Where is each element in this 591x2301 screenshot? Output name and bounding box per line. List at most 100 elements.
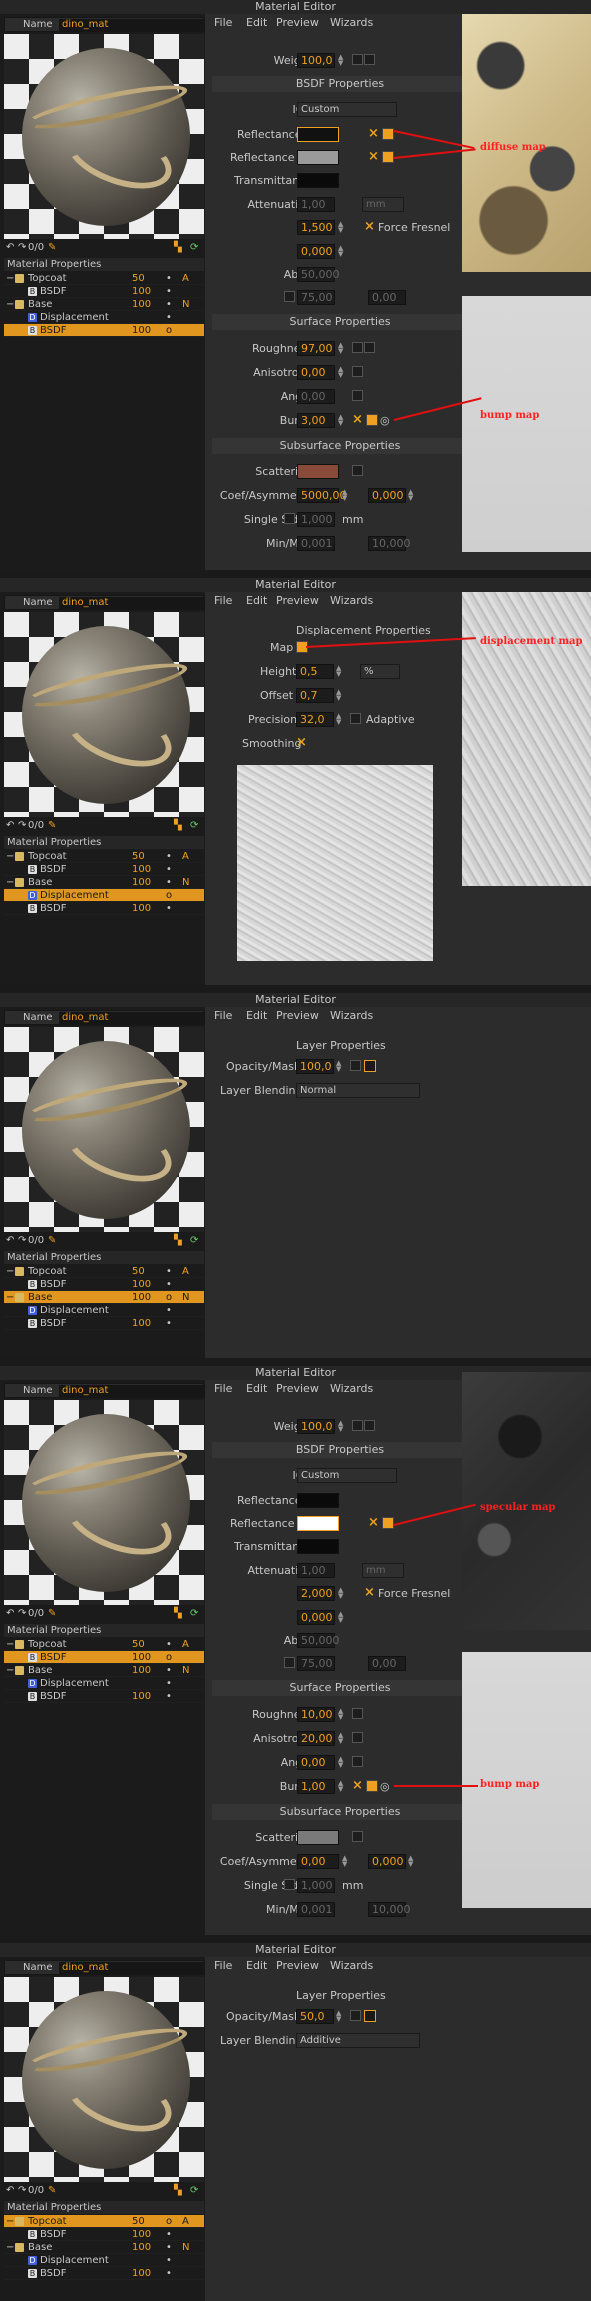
menu-preview[interactable]: Preview: [276, 1959, 319, 1972]
anisotropy-map-slot[interactable]: [352, 366, 363, 377]
tree-row-base-selected[interactable]: − Base 100 o N: [4, 1291, 204, 1304]
collapse-icon[interactable]: −: [6, 1664, 14, 1677]
layer-mode[interactable]: A: [182, 1638, 189, 1651]
asymmetry-spinner[interactable]: ▲ ▼: [408, 1855, 415, 1868]
menu-file[interactable]: File: [214, 1009, 232, 1022]
layer-weight[interactable]: 50: [132, 850, 145, 863]
ior-dropdown[interactable]: Custom: [297, 102, 397, 117]
undo-icon[interactable]: ↶: [6, 820, 14, 831]
redo-icon[interactable]: ↷: [18, 1608, 26, 1619]
collapse-icon[interactable]: −: [6, 2241, 14, 2254]
bump-normal-icon[interactable]: ◎: [380, 1780, 390, 1793]
roughness-map-slot[interactable]: [352, 342, 363, 353]
menu-preview[interactable]: Preview: [276, 594, 319, 607]
layer-weight[interactable]: 100: [132, 1317, 151, 1330]
weight-spinner[interactable]: ▲ ▼: [338, 54, 345, 67]
roughness-spinner[interactable]: ▲ ▼: [338, 1708, 345, 1721]
weight-input[interactable]: 100,0: [297, 1419, 335, 1434]
menu-edit[interactable]: Edit: [246, 1009, 267, 1022]
max-input[interactable]: 10,000: [368, 1902, 411, 1917]
layer-mode[interactable]: N: [182, 1664, 189, 1677]
scattering-map-slot[interactable]: [352, 465, 363, 476]
checker-icon[interactable]: ▚: [174, 2185, 182, 2196]
abbe-input[interactable]: 50,000: [297, 267, 340, 282]
reflectance0-swatch[interactable]: [297, 127, 339, 142]
weight-spinner[interactable]: ▲ ▼: [338, 1420, 345, 1433]
redo-icon[interactable]: ↷: [18, 242, 26, 253]
layer-weight[interactable]: 50: [132, 1265, 145, 1278]
offset-spinner[interactable]: ▲ ▼: [336, 689, 343, 702]
refresh-icon[interactable]: ⟳: [190, 1235, 198, 1246]
menu-wizards[interactable]: Wizards: [330, 1009, 373, 1022]
specular-map-button[interactable]: [382, 1517, 394, 1529]
clear-map-icon[interactable]: ×: [352, 412, 363, 427]
undo-icon[interactable]: ↶: [6, 1235, 14, 1246]
refresh-icon[interactable]: ⟳: [190, 2185, 198, 2196]
r2-input[interactable]: 75,00: [297, 1656, 335, 1671]
tree-row-bsdf[interactable]: B BSDF 100 •: [4, 863, 204, 876]
tree-row-topcoat[interactable]: − Topcoat 50 • A: [4, 1265, 204, 1278]
single-sided-check[interactable]: [284, 1879, 295, 1890]
layer-blending-dropdown[interactable]: Normal: [296, 1083, 420, 1098]
clear-map-icon[interactable]: ×: [368, 1515, 379, 1530]
layer-weight[interactable]: 100: [132, 863, 151, 876]
asymmetry-input[interactable]: 0,000: [368, 488, 406, 503]
redo-icon[interactable]: ↷: [18, 820, 26, 831]
tree-row-topcoat-selected[interactable]: − Topcoat 50 o A: [4, 2215, 204, 2228]
precision-spinner[interactable]: ▲ ▼: [336, 713, 343, 726]
diffuse-map-button[interactable]: [382, 128, 394, 140]
checker-icon[interactable]: ▚: [174, 820, 182, 831]
layer-mode[interactable]: N: [182, 876, 189, 889]
coef-spinner[interactable]: ▲ ▼: [342, 1855, 349, 1868]
collapse-icon[interactable]: −: [6, 272, 14, 285]
render-icon[interactable]: ✎: [48, 1235, 56, 1246]
undo-icon[interactable]: ↶: [6, 1608, 14, 1619]
layer-weight[interactable]: 100: [132, 1664, 151, 1677]
single-sided-input[interactable]: 1,000: [297, 512, 335, 527]
tree-row-topcoat[interactable]: − Topcoat 50 • A: [4, 272, 204, 285]
roughness-spinner[interactable]: ▲ ▼: [338, 342, 345, 355]
layer-blending-dropdown[interactable]: Additive: [296, 2033, 420, 2048]
reflectance90-swatch[interactable]: [297, 150, 339, 165]
weight-map-slot-2[interactable]: [364, 54, 375, 65]
min-input[interactable]: 0,001: [297, 1902, 335, 1917]
layer-mode[interactable]: A: [182, 272, 189, 285]
refresh-icon[interactable]: ⟳: [190, 242, 198, 253]
reflectance0-swatch[interactable]: [297, 1493, 339, 1508]
bump-spinner[interactable]: ▲ ▼: [338, 414, 345, 427]
attenuation-input[interactable]: 1,00: [297, 197, 335, 212]
material-name-field[interactable]: dino_mat: [59, 1962, 205, 1975]
menu-file[interactable]: File: [214, 594, 232, 607]
max-input[interactable]: 10,000: [368, 536, 411, 551]
coef-input[interactable]: 5000,00: [297, 488, 347, 503]
collapse-icon[interactable]: −: [6, 2215, 14, 2228]
opacity-mask-button[interactable]: [364, 1060, 376, 1072]
tree-row-bsdf[interactable]: B BSDF 100 •: [4, 902, 204, 915]
tree-row-displacement[interactable]: D Displacement •: [4, 2254, 204, 2267]
material-name-field[interactable]: dino_mat: [59, 1012, 205, 1025]
min-input[interactable]: 0,001: [297, 536, 335, 551]
k-input[interactable]: 0,000: [297, 244, 335, 259]
offset-input[interactable]: 0,7: [296, 688, 334, 703]
collapse-icon[interactable]: −: [6, 850, 14, 863]
layer-weight[interactable]: 100: [132, 285, 151, 298]
roughness-map-slot[interactable]: [352, 1708, 363, 1719]
nd-spinner[interactable]: ▲ ▼: [338, 1587, 345, 1600]
tree-row-bsdf[interactable]: B BSDF 100 •: [4, 1278, 204, 1291]
menu-preview[interactable]: Preview: [276, 1009, 319, 1022]
tree-row-base[interactable]: − Base 100 • N: [4, 1664, 204, 1677]
bump-input[interactable]: 1,00: [297, 1779, 335, 1794]
collapse-icon[interactable]: −: [6, 298, 14, 311]
checker-icon[interactable]: ▚: [174, 242, 182, 253]
tree-row-bsdf[interactable]: B BSDF 100 •: [4, 2228, 204, 2241]
tree-row-bsdf-selected[interactable]: B BSDF 100 o: [4, 324, 204, 337]
tree-row-bsdf[interactable]: B BSDF 100 •: [4, 1690, 204, 1703]
roughness-map-slot-2[interactable]: [364, 342, 375, 353]
layer-weight[interactable]: 100: [132, 324, 151, 337]
layer-weight[interactable]: 50: [132, 272, 145, 285]
collapse-icon[interactable]: −: [6, 1291, 14, 1304]
asymmetry-input[interactable]: 0,000: [368, 1854, 406, 1869]
menu-edit[interactable]: Edit: [246, 16, 267, 29]
refresh-icon[interactable]: ⟳: [190, 1608, 198, 1619]
opacity-input[interactable]: 100,0: [296, 1059, 334, 1074]
